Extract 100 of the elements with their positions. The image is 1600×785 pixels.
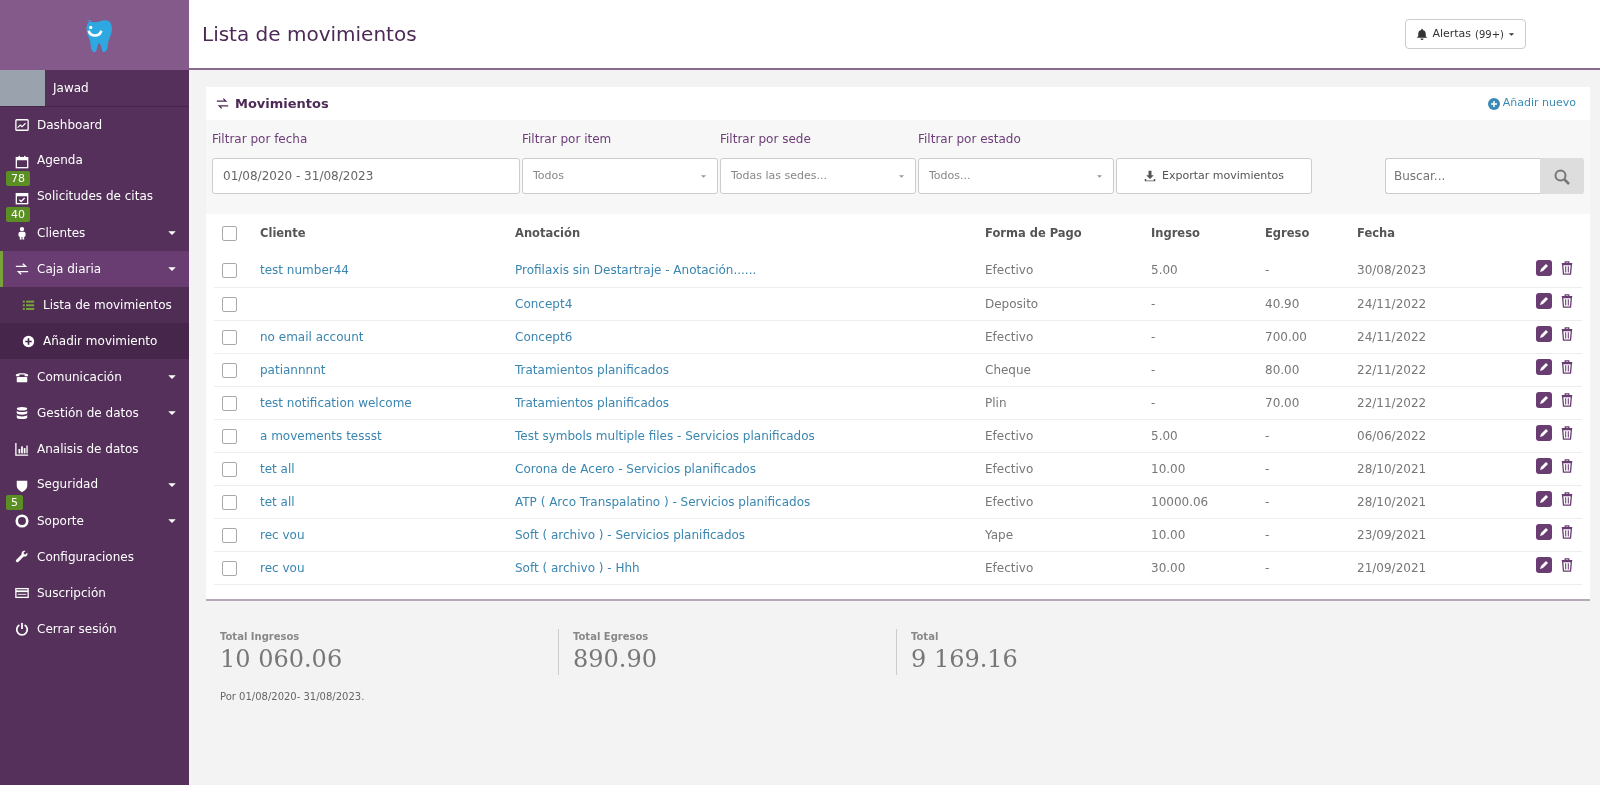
shield-icon	[15, 479, 29, 493]
column-header: Egreso	[1265, 226, 1310, 241]
row-checkbox[interactable]	[222, 494, 237, 510]
client-link[interactable]: test notification welcome	[260, 393, 412, 412]
sidebar-item[interactable]: Analisis de datos	[0, 431, 189, 467]
table-cell: Plin	[985, 395, 1007, 410]
trash-icon[interactable]	[1560, 392, 1574, 408]
edit-icon[interactable]	[1536, 557, 1552, 573]
client-link[interactable]: rec vou	[260, 525, 305, 544]
search-button[interactable]	[1540, 158, 1584, 194]
client-link[interactable]: tet all	[260, 459, 295, 478]
annotation-link[interactable]: ATP ( Arco Transpalatino ) - Servicios planificados	[515, 492, 811, 511]
total-label: Total	[911, 629, 940, 644]
power-icon	[15, 622, 29, 636]
sidebar-subitem[interactable]: Lista de movimientos	[0, 287, 189, 323]
client-link[interactable]: test number44	[260, 261, 349, 280]
date-range-field[interactable]: 01/08/2020 - 31/08/2023	[212, 158, 520, 194]
table-cell: -	[1265, 428, 1270, 443]
annotation-link[interactable]: Test symbols multiple files - Servicios planificados	[515, 426, 815, 445]
search-field[interactable]: Buscar...	[1385, 158, 1540, 194]
trash-icon[interactable]	[1560, 359, 1574, 375]
trash-icon[interactable]	[1560, 259, 1574, 276]
sidebar-item[interactable]: Cerrar sesión	[0, 611, 189, 647]
arrows-icon	[15, 262, 29, 276]
client-link[interactable]: tet all	[260, 492, 295, 511]
table-cell: Efectivo	[985, 461, 1034, 476]
edit-icon[interactable]	[1536, 491, 1552, 507]
edit-icon[interactable]	[1536, 392, 1552, 408]
client-link[interactable]: a movements tessst	[260, 426, 382, 445]
edit-icon[interactable]	[1536, 359, 1552, 375]
table-cell: 40.90	[1265, 296, 1300, 311]
sidebar-item[interactable]: Caja diaria	[0, 251, 189, 287]
table-cell: 24/11/2022	[1357, 296, 1427, 311]
column-header: Cliente	[260, 226, 306, 241]
trash-icon[interactable]	[1560, 326, 1574, 342]
sidebar-item[interactable]: Configuraciones	[0, 539, 189, 575]
row-checkbox[interactable]	[222, 428, 237, 444]
total-value: 9 169.16	[911, 643, 1019, 675]
database-icon	[15, 406, 29, 420]
row-checkbox[interactable]	[222, 461, 237, 477]
calendar-check-icon	[15, 191, 29, 205]
edit-icon[interactable]	[1536, 293, 1552, 309]
annotation-link[interactable]: Corona de Acero - Servicios planificados	[515, 459, 756, 478]
export-button[interactable]: Exportar movimientos	[1116, 158, 1312, 194]
sidebar-item[interactable]: Gestión de datos	[0, 395, 189, 431]
row-checkbox[interactable]	[222, 395, 237, 411]
edit-icon[interactable]	[1536, 458, 1552, 474]
table-cell: Efectivo	[985, 494, 1034, 509]
row-checkbox[interactable]	[222, 527, 237, 543]
search-icon	[1554, 168, 1570, 185]
total-label: Total Egresos	[573, 629, 650, 644]
add-new-link[interactable]: Añadir nuevo	[1487, 95, 1576, 112]
trash-icon[interactable]	[1560, 491, 1574, 507]
table-cell: Efectivo	[985, 560, 1034, 575]
client-link[interactable]: patiannnnt	[260, 360, 326, 379]
row-checkbox[interactable]	[222, 263, 237, 279]
sidebar-item[interactable]: Suscripción	[0, 575, 189, 611]
annotation-link[interactable]: Soft ( archivo ) - Hhh	[515, 558, 640, 577]
trash-icon[interactable]	[1560, 557, 1574, 573]
card-icon	[15, 586, 29, 600]
filter-label: Filtrar por sede	[720, 131, 812, 148]
trash-icon[interactable]	[1560, 458, 1574, 474]
sidebar-item[interactable]: Dashboard	[0, 107, 189, 143]
row-checkbox[interactable]	[222, 560, 237, 576]
annotation-link[interactable]: Soft ( archivo ) - Servicios planificados	[515, 525, 746, 544]
sidebar-item[interactable]: Comunicación	[0, 359, 189, 395]
sidebar-item[interactable]: Agenda	[0, 143, 189, 169]
alerts-button[interactable]: Alertas (99+)	[1405, 18, 1526, 50]
annotation-link[interactable]: Tratamientos planificados	[515, 393, 669, 412]
edit-icon[interactable]	[1536, 259, 1552, 276]
row-checkbox[interactable]	[222, 296, 237, 312]
trash-icon[interactable]	[1560, 293, 1574, 309]
sidebar-subitem[interactable]: Añadir movimiento	[0, 323, 189, 359]
trash-icon[interactable]	[1560, 524, 1574, 540]
total-value: 890.90	[573, 643, 658, 675]
table-cell: 06/06/2022	[1357, 428, 1427, 443]
table-cell: 10000.06	[1151, 494, 1209, 509]
dropdown[interactable]: Todos...	[918, 158, 1114, 194]
annotation-link[interactable]: Concept4	[515, 294, 573, 313]
row-checkbox[interactable]	[222, 329, 237, 345]
edit-icon[interactable]	[1536, 326, 1552, 342]
dropdown[interactable]: Todas las sedes...	[720, 158, 916, 194]
edit-icon[interactable]	[1536, 425, 1552, 441]
trash-icon[interactable]	[1560, 425, 1574, 441]
client-link[interactable]: no email account	[260, 327, 364, 346]
caret-icon	[1096, 172, 1103, 180]
select-all-checkbox[interactable]	[222, 226, 237, 242]
table-cell: 28/10/2021	[1357, 461, 1427, 476]
arrows-icon	[216, 97, 229, 110]
annotation-link[interactable]: Tratamientos planificados	[515, 360, 669, 379]
annotation-link[interactable]: Concept6	[515, 327, 573, 346]
filter-label: Filtrar por item	[522, 131, 613, 148]
client-link[interactable]: rec vou	[260, 558, 305, 577]
table-cell: 5.00	[1151, 428, 1178, 443]
table-cell: -	[1151, 296, 1156, 311]
annotation-link[interactable]: Profilaxis sin Destartraje - Anotación......	[515, 261, 757, 280]
dropdown[interactable]: Todos	[522, 158, 718, 194]
sidebar-item[interactable]: Seguridad	[0, 467, 189, 493]
edit-icon[interactable]	[1536, 524, 1552, 540]
row-checkbox[interactable]	[222, 362, 237, 378]
